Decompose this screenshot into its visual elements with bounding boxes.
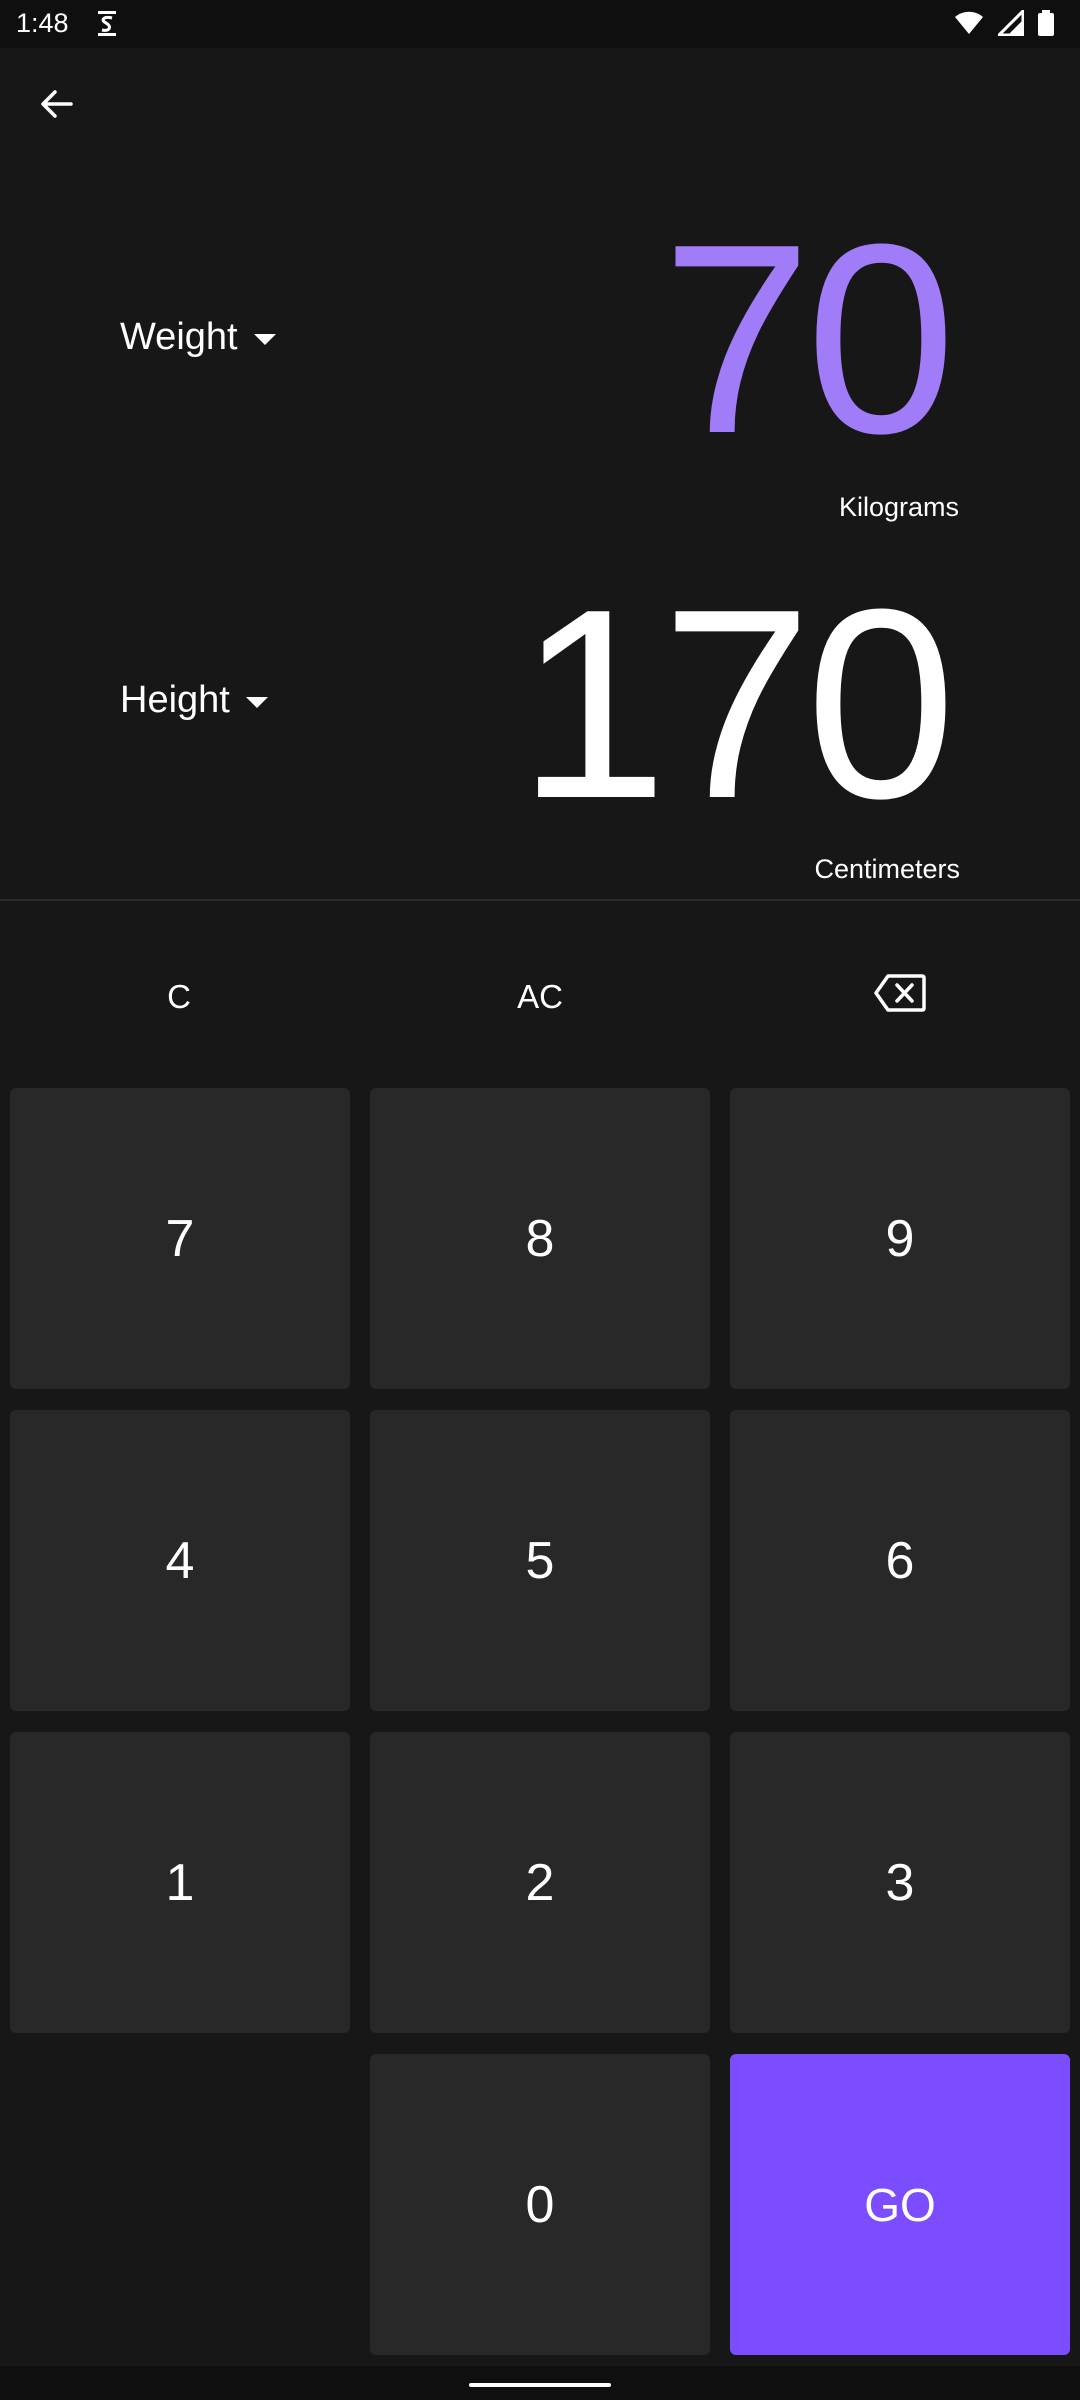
key-1[interactable]: 1 [10,1732,350,2033]
weight-selector[interactable]: Weight [120,316,276,359]
height-unit: Centimeters [814,854,960,884]
home-handle[interactable] [469,2383,611,2387]
weight-value[interactable]: 70 [662,205,956,475]
status-bar: 1:48 [0,0,1080,48]
back-button[interactable] [28,78,84,134]
key-6[interactable]: 6 [730,1410,1070,1711]
key-3[interactable]: 3 [730,1732,1070,2033]
chevron-down-icon [253,334,276,345]
nav-bar [0,2366,1080,2400]
weight-unit: Kilograms [838,492,959,522]
backspace-icon [874,974,926,1020]
key-0[interactable]: 0 [370,2054,710,2355]
height-selector[interactable]: Height [120,679,268,722]
key-4[interactable]: 4 [10,1410,350,1711]
clear-button[interactable]: C [9,938,349,1056]
arrow-left-icon [38,86,74,127]
key-5[interactable]: 5 [370,1410,710,1711]
status-icons [954,7,1054,41]
wifi-icon [954,11,984,40]
backspace-button[interactable] [730,938,1070,1056]
bmi-input-screen: 1:48 Weight 70 Kilograms Height 170 Cent… [0,0,1080,2400]
battery-icon [1038,10,1054,41]
status-time: 1:48 [16,8,69,38]
key-7[interactable]: 7 [10,1088,350,1389]
weight-label: Weight [120,316,238,358]
all-clear-button[interactable]: AC [370,938,710,1056]
s-icon [94,8,120,38]
go-button[interactable]: GO [730,2054,1070,2355]
height-value[interactable]: 170 [518,570,956,840]
key-9[interactable]: 9 [730,1088,1070,1389]
divider [0,899,1080,901]
height-label: Height [120,679,230,721]
chevron-down-icon [245,697,268,708]
key-2[interactable]: 2 [370,1732,710,2033]
signal-icon [995,7,1025,41]
key-8[interactable]: 8 [370,1088,710,1389]
